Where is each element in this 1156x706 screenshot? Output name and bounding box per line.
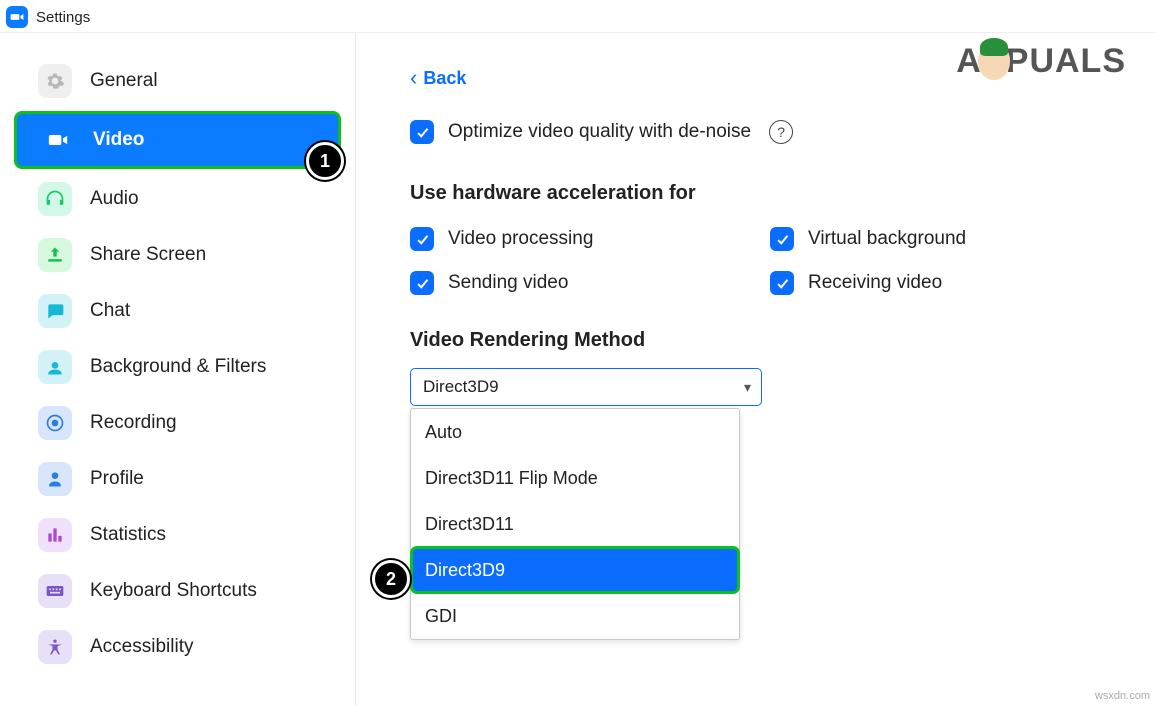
sidebar-item-background-filters[interactable]: Background & Filters — [14, 341, 341, 393]
sidebar-item-label: Keyboard Shortcuts — [90, 580, 257, 602]
annotation-badge-2: 2 — [372, 560, 410, 598]
hw-label: Receiving video — [808, 272, 942, 294]
watermark-face-icon — [978, 44, 1010, 80]
sidebar-item-audio[interactable]: Audio — [14, 173, 341, 225]
sidebar-item-accessibility[interactable]: Accessibility — [14, 621, 341, 673]
back-link[interactable]: ‹ Back — [410, 67, 466, 89]
optimize-label: Optimize video quality with de-noise — [448, 121, 751, 143]
checkbox-sending-video[interactable] — [410, 271, 434, 295]
optimize-row: Optimize video quality with de-noise ? — [410, 120, 1136, 144]
sidebar-item-general[interactable]: General — [14, 55, 341, 107]
sidebar-item-label: Statistics — [90, 524, 166, 546]
chevron-left-icon: ‹ — [410, 67, 417, 89]
hw-label: Video processing — [448, 228, 593, 250]
accessibility-icon — [38, 630, 72, 664]
sidebar-item-label: Video — [93, 129, 144, 151]
background-icon — [38, 350, 72, 384]
hw-sending-video-row: Sending video — [410, 271, 770, 295]
render-option-gdi[interactable]: GDI — [411, 593, 739, 639]
hw-video-processing-row: Video processing — [410, 227, 770, 251]
sidebar-item-chat[interactable]: Chat — [14, 285, 341, 337]
headphones-icon — [38, 182, 72, 216]
render-heading: Video Rendering Method — [410, 329, 1136, 352]
settings-sidebar: General Video 1 Audio Share Screen — [0, 33, 356, 706]
sidebar-item-profile[interactable]: Profile — [14, 453, 341, 505]
sidebar-item-video[interactable]: Video 1 — [14, 111, 341, 169]
render-method-dropdown: Auto Direct3D11 Flip Mode Direct3D11 Dir… — [410, 408, 740, 640]
back-label: Back — [423, 68, 466, 89]
render-option-d3d11[interactable]: Direct3D11 — [411, 501, 739, 547]
watermark-post: PUALS — [1006, 42, 1126, 81]
sidebar-item-label: General — [90, 70, 158, 92]
render-method-value: Direct3D9 — [423, 377, 499, 397]
checkbox-virtual-background[interactable] — [770, 227, 794, 251]
sidebar-item-recording[interactable]: Recording — [14, 397, 341, 449]
watermark-logo: A PUALS — [956, 42, 1126, 81]
render-option-d3d11-flip[interactable]: Direct3D11 Flip Mode — [411, 455, 739, 501]
sidebar-item-statistics[interactable]: Statistics — [14, 509, 341, 561]
sidebar-item-label: Profile — [90, 468, 144, 490]
gear-icon — [38, 64, 72, 98]
statistics-icon — [38, 518, 72, 552]
checkbox-optimize[interactable] — [410, 120, 434, 144]
hw-accel-heading: Use hardware acceleration for — [410, 182, 1136, 205]
sidebar-item-label: Chat — [90, 300, 130, 322]
titlebar: Settings — [0, 0, 1156, 33]
checkbox-receiving-video[interactable] — [770, 271, 794, 295]
render-option-auto[interactable]: Auto — [411, 409, 739, 455]
sidebar-item-label: Background & Filters — [90, 356, 266, 378]
settings-content: ‹ Back Optimize video quality with de-no… — [356, 33, 1156, 706]
video-icon — [41, 123, 75, 157]
source-credit: wsxdn.com — [1095, 690, 1150, 702]
sidebar-item-keyboard-shortcuts[interactable]: Keyboard Shortcuts — [14, 565, 341, 617]
hw-label: Virtual background — [808, 228, 966, 250]
window-title: Settings — [36, 9, 90, 26]
keyboard-icon — [38, 574, 72, 608]
recording-icon — [38, 406, 72, 440]
sidebar-item-label: Accessibility — [90, 636, 193, 658]
render-option-d3d9[interactable]: Direct3D9 — [411, 547, 739, 593]
profile-icon — [38, 462, 72, 496]
sidebar-item-label: Recording — [90, 412, 177, 434]
chat-icon — [38, 294, 72, 328]
sidebar-item-label: Audio — [90, 188, 139, 210]
checkbox-video-processing[interactable] — [410, 227, 434, 251]
render-method-select[interactable]: Direct3D9 ▾ — [410, 368, 762, 406]
sidebar-item-share-screen[interactable]: Share Screen — [14, 229, 341, 281]
hw-label: Sending video — [448, 272, 568, 294]
help-icon[interactable]: ? — [769, 120, 793, 144]
sidebar-item-label: Share Screen — [90, 244, 206, 266]
share-screen-icon — [38, 238, 72, 272]
hw-receiving-video-row: Receiving video — [770, 271, 1070, 295]
zoom-app-icon — [6, 6, 28, 28]
hw-virtual-background-row: Virtual background — [770, 227, 1070, 251]
chevron-down-icon: ▾ — [744, 379, 751, 396]
